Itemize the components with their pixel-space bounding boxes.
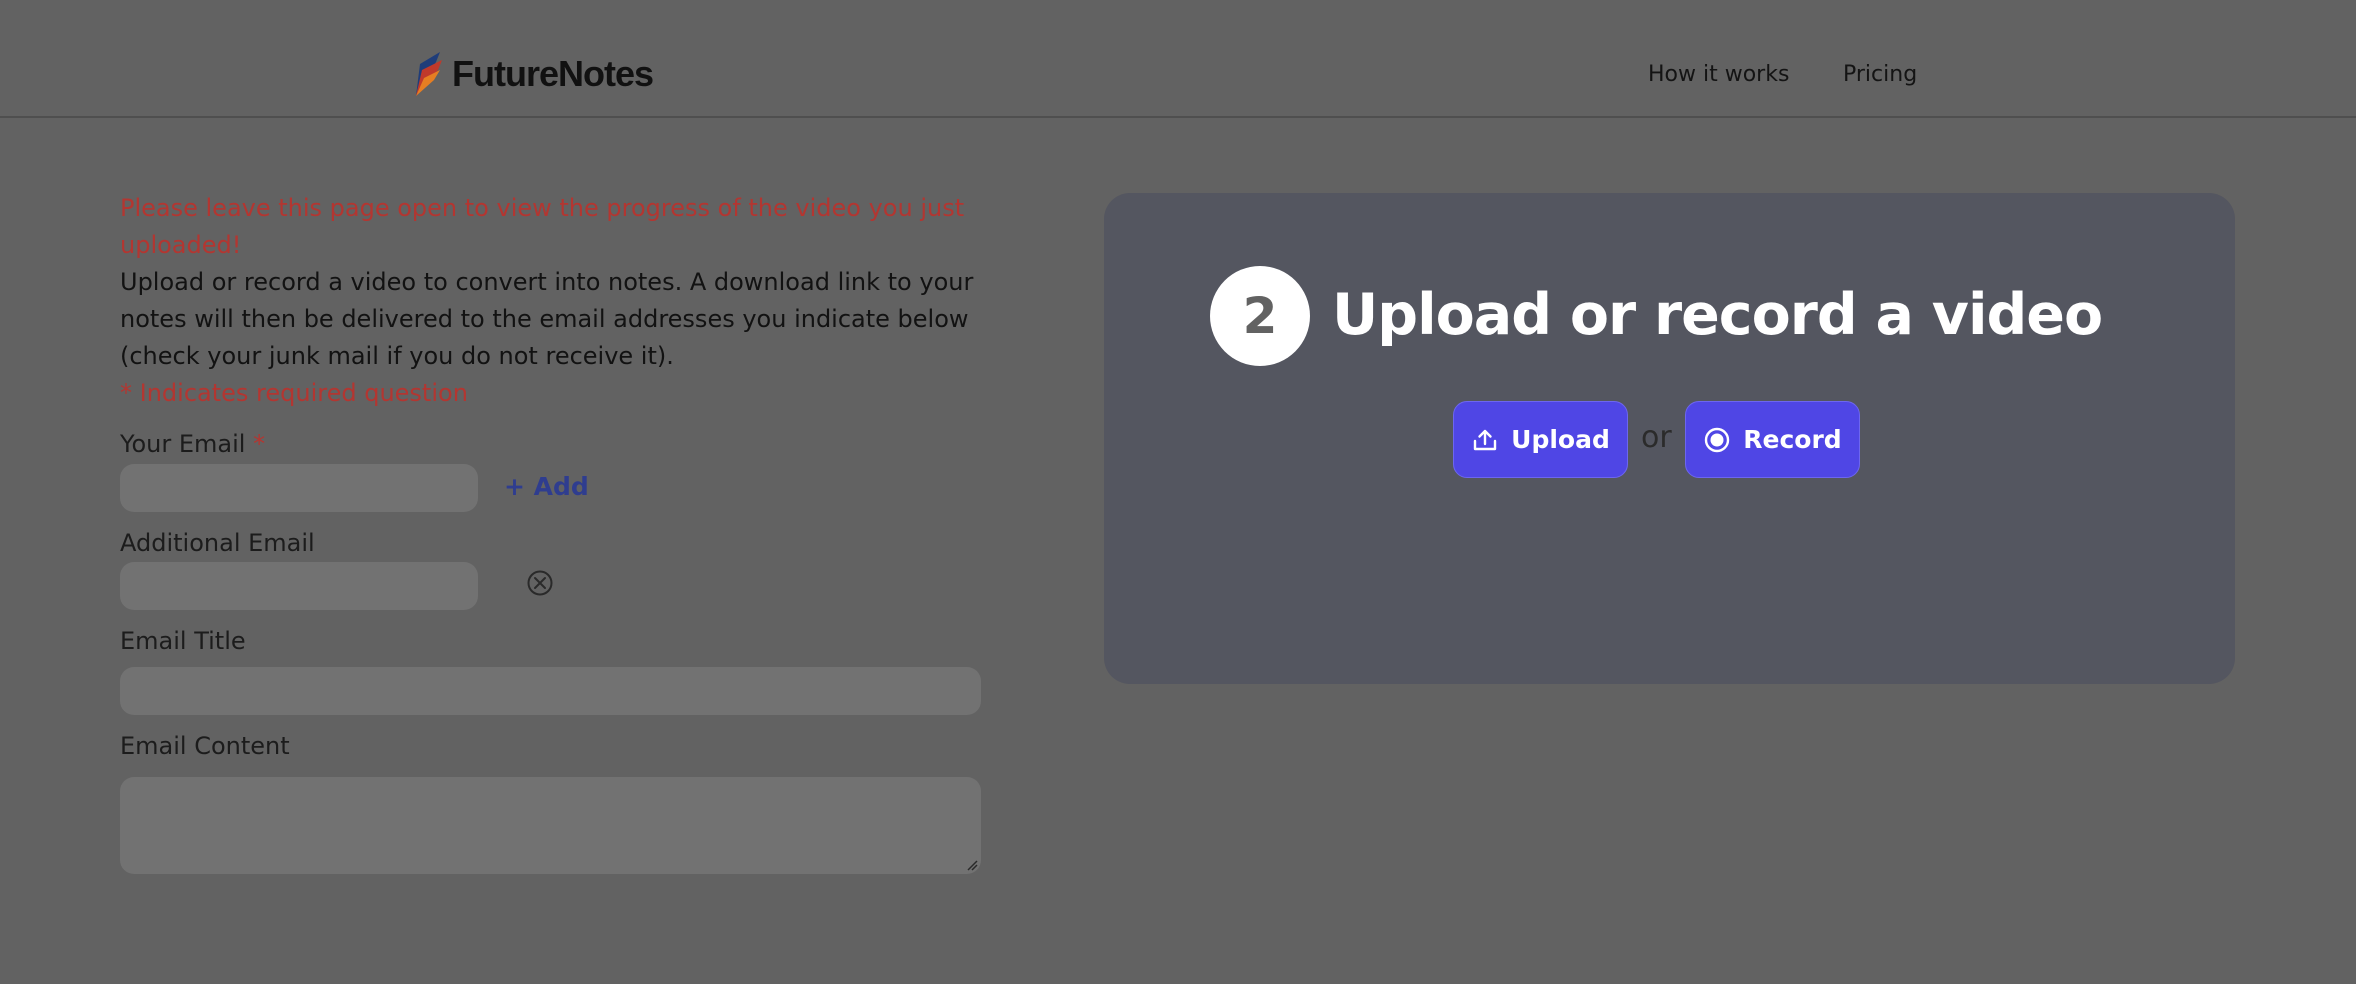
nav-how-it-works[interactable]: How it works [1648, 62, 1789, 87]
or-separator: or [1641, 420, 1672, 455]
brand-name: FutureNotes [452, 53, 654, 94]
card-title: Upload or record a video [1332, 282, 2103, 348]
upload-button[interactable]: Upload [1453, 401, 1628, 478]
record-icon [1705, 427, 1730, 452]
resize-grip-icon[interactable] [966, 859, 978, 871]
upload-record-card: 2 Upload or record a video Upload or Rec… [1104, 193, 2235, 684]
top-navigation-bar: FutureNotes How it works Pricing [0, 0, 2356, 118]
required-note: * Indicates required question [120, 379, 468, 407]
additional-email-label: Additional Email [120, 529, 315, 557]
instructions-text: Upload or record a video to convert into… [120, 268, 974, 370]
record-button-label: Record [1743, 425, 1842, 454]
upload-button-label: Upload [1511, 425, 1610, 454]
your-email-input[interactable] [120, 464, 478, 512]
email-content-label: Email Content [120, 732, 290, 760]
email-title-input[interactable] [120, 667, 981, 715]
progress-notice: Please leave this page open to view the … [120, 194, 965, 259]
additional-email-input[interactable] [120, 562, 478, 610]
record-button[interactable]: Record [1685, 401, 1860, 478]
upload-form-intro: Please leave this page open to view the … [120, 190, 982, 412]
step-number-badge: 2 [1210, 266, 1310, 366]
add-email-button[interactable]: + Add [504, 472, 589, 501]
remove-email-icon[interactable] [525, 568, 555, 598]
your-email-label: Your Email * [120, 430, 266, 458]
brand-logo[interactable]: FutureNotes [410, 48, 654, 100]
upload-icon [1473, 429, 1497, 450]
email-content-textarea[interactable] [120, 777, 981, 874]
email-title-label: Email Title [120, 627, 246, 655]
nav-pricing[interactable]: Pricing [1843, 62, 1917, 87]
feather-logo-icon [416, 52, 442, 96]
required-star: * [253, 430, 266, 458]
